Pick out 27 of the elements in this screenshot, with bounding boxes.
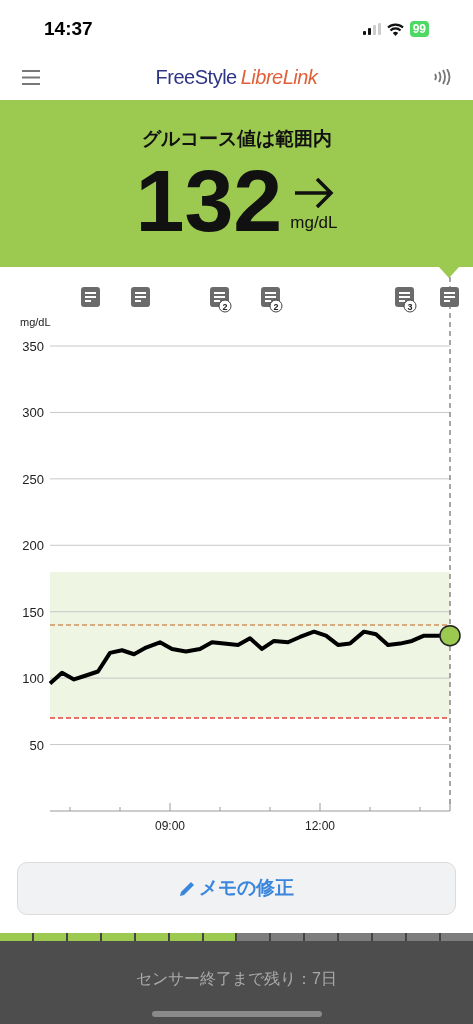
sensor-remaining-text: センサー終了まで残り：7日 [136, 969, 337, 989]
current-reading-dot [439, 624, 461, 647]
y-tick-label: 200 [22, 538, 44, 554]
menu-icon[interactable] [22, 69, 40, 85]
wifi-icon [386, 22, 404, 36]
x-tick-label: 09:00 [155, 819, 185, 833]
signal-icon [362, 23, 381, 35]
y-tick-label: 350 [22, 339, 44, 354]
y-tick-label: 250 [22, 471, 44, 487]
battery-indicator: 99 [409, 21, 429, 37]
app-logo: FreeStyle LibreLink [155, 65, 318, 90]
nfc-scan-icon[interactable] [433, 69, 451, 85]
note-icon[interactable] [131, 287, 150, 307]
x-tick-label: 12:00 [305, 819, 335, 833]
range-status: グルコース値は範囲内 [141, 127, 332, 151]
status-time: 14:37 [44, 16, 93, 41]
y-tick-label: 300 [22, 405, 44, 421]
note-icon[interactable] [81, 287, 100, 307]
y-tick-label: 150 [22, 604, 44, 620]
pencil-icon [179, 881, 195, 896]
y-tick-label: 100 [22, 671, 44, 687]
y-axis-unit: mg/dL [20, 315, 51, 330]
y-tick-label: 50 [29, 737, 44, 753]
glucose-unit: mg/dL [290, 212, 338, 234]
note-icon[interactable] [440, 287, 459, 307]
trend-arrow-icon [292, 176, 335, 210]
glucose-value: 132 [135, 155, 283, 246]
